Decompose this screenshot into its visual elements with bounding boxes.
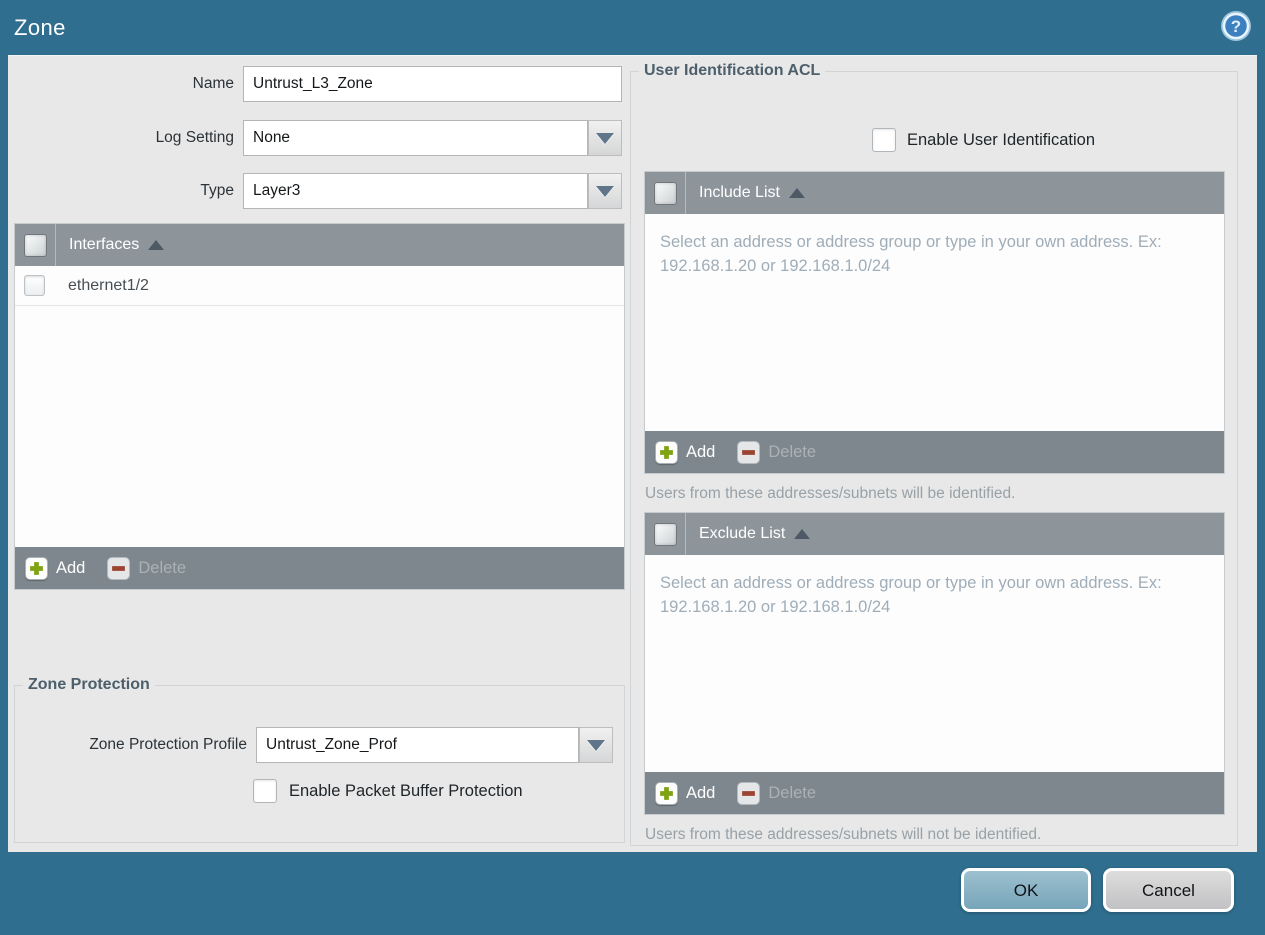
delete-button[interactable]: Delete [107,556,187,580]
dialog-titlebar: Zone ? [0,0,1265,55]
chevron-down-icon [587,739,605,751]
exclude-list-header[interactable]: Exclude List [645,513,1224,555]
enable-user-identification-label: Enable User Identification [907,130,1096,149]
sort-asc-icon [794,529,811,539]
zone-dialog: Zone ? Name Log Setting None [0,0,1265,935]
add-button[interactable]: Add [25,556,86,580]
include-list-toolbar: Add Delete [645,431,1224,473]
exclude-list-table: Exclude List Select an address or addres… [644,512,1225,815]
cancel-button[interactable]: Cancel [1103,868,1234,912]
user-identification-legend: User Identification ACL [644,62,821,79]
exclude-list-toolbar: Add Delete [645,772,1224,814]
user-identification-section: User Identification ACL Enable User Iden… [630,62,1238,846]
interfaces-table-header[interactable]: Interfaces [15,224,624,266]
log-setting-value[interactable]: None [243,120,588,156]
exclude-add-button[interactable]: Add [655,781,716,805]
name-label: Name [192,75,234,92]
include-list-placeholder: Select an address or address group or ty… [660,233,1162,275]
chevron-down-icon [596,185,614,197]
include-list-table: Include List Select an address or addres… [644,171,1225,474]
zone-protection-legend: Zone Protection [28,676,150,693]
log-setting-label: Log Setting [155,129,234,146]
exclude-list-note: Users from these addresses/subnets will … [645,826,1042,843]
ok-button[interactable]: OK [961,868,1091,912]
question-mark-icon[interactable]: ? [1220,10,1252,42]
include-select-all-checkbox[interactable] [653,181,677,205]
zone-protection-profile-select[interactable]: Untrust_Zone_Prof [256,727,613,763]
log-setting-dropdown-button[interactable] [588,120,622,156]
sort-asc-icon [788,188,805,198]
exclude-select-all-checkbox[interactable] [653,522,677,546]
zone-protection-profile-dropdown-button[interactable] [579,727,613,763]
exclude-list-column-header[interactable]: Exclude List [699,525,785,543]
plus-icon [25,556,48,580]
type-select[interactable]: Layer3 [243,173,622,209]
table-row[interactable]: ethernet1/2 [15,266,624,306]
include-list-body: Select an address or address group or ty… [645,214,1224,431]
include-list-column-header[interactable]: Include List [699,184,780,202]
name-row: Name [8,66,630,102]
minus-icon [737,440,761,464]
delete-button-label: Delete [768,783,817,802]
type-value[interactable]: Layer3 [243,173,588,209]
log-setting-select[interactable]: None [243,120,622,156]
exclude-list-body: Select an address or address group or ty… [645,555,1224,772]
svg-text:?: ? [1231,17,1241,36]
dialog-title: Zone [14,15,66,40]
interface-name: ethernet1/2 [68,276,149,294]
packet-buffer-checkbox[interactable] [253,779,277,803]
interfaces-column-header[interactable]: Interfaces [69,236,139,254]
header-checkbox-cell [645,172,686,214]
packet-buffer-row: Enable Packet Buffer Protection [253,779,523,803]
plus-icon [655,781,678,805]
zone-protection-profile-row: Zone Protection Profile Untrust_Zone_Pro… [15,727,624,763]
delete-button-label: Delete [768,442,817,461]
include-delete-button[interactable]: Delete [737,440,817,464]
row-checkbox[interactable] [24,275,45,296]
header-checkbox-cell [15,224,56,266]
name-input[interactable] [243,66,622,102]
include-add-button[interactable]: Add [655,440,716,464]
exclude-list-placeholder: Select an address or address group or ty… [660,574,1162,616]
add-button-label: Add [686,442,716,461]
select-all-checkbox[interactable] [23,233,47,257]
packet-buffer-label: Enable Packet Buffer Protection [289,781,523,800]
header-checkbox-cell [645,513,686,555]
type-row: Type Layer3 [8,173,630,209]
enable-user-identification-checkbox[interactable] [872,128,896,152]
add-button-label: Add [56,558,86,577]
add-button-label: Add [686,783,716,802]
minus-icon [737,781,761,805]
enable-user-identification-row: Enable User Identification [872,128,1095,152]
zone-protection-profile-label: Zone Protection Profile [89,736,247,753]
zone-protection-section: Zone Protection Zone Protection Profile … [14,676,625,843]
interfaces-table-toolbar: Add Delete [15,547,624,589]
type-dropdown-button[interactable] [588,173,622,209]
chevron-down-icon [596,132,614,144]
log-setting-row: Log Setting None [8,120,630,156]
plus-icon [655,440,678,464]
interfaces-table-body: ethernet1/2 [15,266,624,547]
zone-protection-profile-value[interactable]: Untrust_Zone_Prof [256,727,579,763]
sort-asc-icon [148,240,165,250]
type-label: Type [200,182,234,199]
minus-icon [107,556,131,580]
delete-button-label: Delete [138,558,187,577]
exclude-delete-button[interactable]: Delete [737,781,817,805]
interfaces-table: Interfaces ethernet1/2 Add Delete [14,223,625,590]
include-list-header[interactable]: Include List [645,172,1224,214]
include-list-note: Users from these addresses/subnets will … [645,485,1016,502]
dialog-body: Name Log Setting None Type Layer3 [8,55,1257,852]
